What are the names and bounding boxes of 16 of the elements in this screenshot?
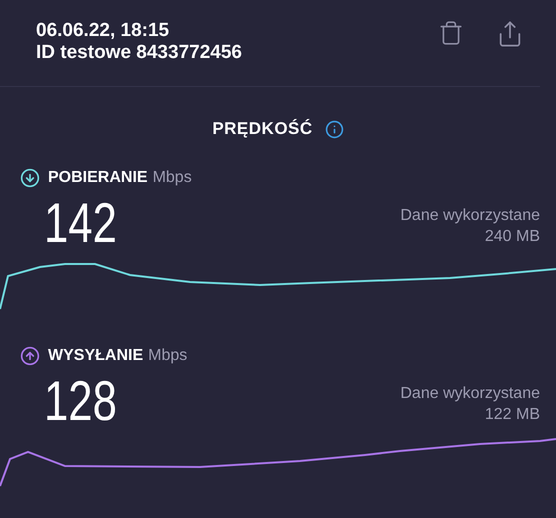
metric-label: WYSYŁANIE	[48, 347, 144, 365]
delete-button[interactable]	[438, 20, 464, 46]
trash-icon	[438, 20, 464, 46]
data-used-label: Dane wykorzystane	[400, 206, 540, 226]
metric-label: POBIERANIE	[48, 169, 148, 187]
unit-label: Mbps	[148, 347, 188, 365]
info-icon[interactable]	[324, 120, 344, 138]
test-id: ID testowe 8433772456	[36, 42, 242, 64]
section-title: PRĘDKOŚĆ	[212, 119, 313, 139]
speed-value: 142	[44, 195, 117, 251]
test-date: 06.06.22, 18:15	[36, 20, 170, 42]
data-used-value: 240 MB	[484, 227, 540, 247]
speed-value: 128	[44, 373, 117, 429]
data-used-label: Dane wykorzystane	[400, 384, 540, 404]
unit-label: Mbps	[152, 169, 192, 187]
data-used-value: 122 MB	[484, 405, 540, 425]
